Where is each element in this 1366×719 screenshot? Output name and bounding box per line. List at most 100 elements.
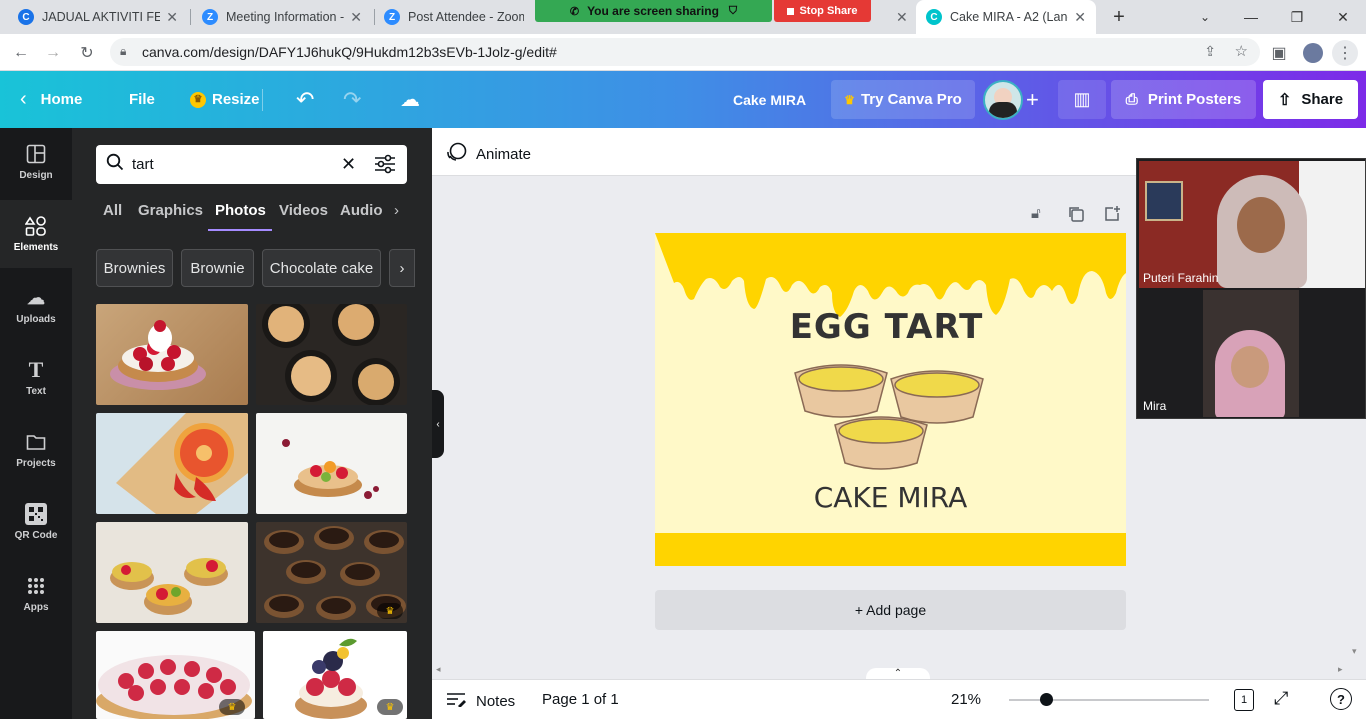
try-canva-pro-button[interactable]: ♛ Try Canva Pro [831, 80, 975, 119]
premium-crown-icon: ♛ [219, 699, 245, 715]
design-artwork [655, 233, 1126, 566]
suggestion-chip[interactable]: Brownie [181, 249, 254, 287]
notes-button[interactable]: Notes [446, 691, 515, 711]
shield-icon: ⛉ [728, 4, 738, 17]
chevron-right-icon[interactable]: › [394, 202, 399, 219]
share-page-icon[interactable]: ⇪ [1204, 43, 1216, 60]
page-count: 1 [1240, 694, 1248, 706]
scroll-left-icon[interactable]: ◂ [436, 664, 441, 675]
browser-tab[interactable]: Z Post Attendee - Zoom [374, 0, 534, 34]
close-tab-icon[interactable]: ✕ [890, 0, 914, 34]
photo-result[interactable] [96, 522, 248, 623]
rail-item-apps[interactable]: Apps [0, 560, 72, 628]
add-page-button[interactable]: + Add page [655, 590, 1126, 630]
back-icon[interactable]: ← [8, 40, 34, 66]
photo-result[interactable] [256, 413, 407, 514]
rail-label: Projects [16, 458, 56, 469]
browser-tab-active[interactable]: C Cake MIRA - A2 (Land ✕ [916, 0, 1096, 34]
page-indicator[interactable]: Page 1 of 1 [542, 691, 619, 708]
photo-result[interactable]: ♛ [256, 522, 407, 623]
share-button[interactable]: ⇧ Share [1263, 80, 1358, 119]
rail-item-elements[interactable]: Elements [0, 200, 72, 268]
scroll-right-icon[interactable]: ▸ [1338, 664, 1343, 675]
user-avatar[interactable] [983, 80, 1023, 120]
file-menu-button[interactable]: File [129, 71, 155, 128]
participant-video [1203, 290, 1299, 417]
lock-icon: 🔒︎ [120, 44, 127, 58]
crown-icon: ♛ [844, 92, 855, 107]
tab-videos[interactable]: Videos [279, 202, 328, 219]
redo-icon[interactable]: ↷ [343, 71, 361, 128]
rail-item-design[interactable]: Design [0, 128, 72, 196]
photo-result[interactable] [96, 304, 248, 405]
design-title-text[interactable]: EGG TART [655, 307, 1118, 347]
rail-item-uploads[interactable]: ☁ Uploads [0, 272, 72, 340]
collapse-panel-handle[interactable]: ‹ [432, 390, 444, 458]
home-button[interactable]: ‹ Home [20, 71, 82, 128]
new-tab-icon[interactable]: + [1096, 0, 1142, 34]
tab-graphics[interactable]: Graphics [138, 202, 203, 219]
add-collaborator-icon[interactable]: + [1026, 71, 1039, 128]
rail-item-text[interactable]: T Text [0, 344, 72, 412]
scroll-down-icon[interactable]: ▾ [1352, 646, 1357, 657]
sidebar-icon[interactable]: ▣ [1266, 40, 1292, 66]
photo-result[interactable] [256, 304, 407, 405]
close-tab-icon[interactable]: ✕ [166, 9, 178, 26]
restore-icon[interactable]: ❐ [1274, 0, 1320, 34]
resize-button[interactable]: ♛ Resize [190, 71, 260, 128]
insights-chart-icon[interactable]: ▥ [1058, 80, 1106, 119]
minimize-icon[interactable]: — [1228, 0, 1274, 34]
zoom-level[interactable]: 21% [951, 691, 981, 708]
search-input[interactable] [132, 156, 322, 173]
tab-search-icon[interactable]: ⌄ [1182, 0, 1228, 34]
window-close-icon[interactable]: ✕ [1320, 0, 1366, 34]
browser-tab[interactable]: Z Meeting Information - ✕ [192, 0, 372, 34]
profile-icon[interactable] [1300, 40, 1326, 66]
tab-all[interactable]: All [103, 202, 122, 219]
tab-audio[interactable]: Audio [340, 202, 382, 219]
video-call-panel: Puteri Farahin Mira [1136, 158, 1366, 419]
close-tab-icon[interactable]: ✕ [1074, 9, 1086, 26]
animate-icon [446, 142, 468, 166]
fullscreen-icon[interactable]: ⤢ [1274, 688, 1288, 709]
browser-menu-icon[interactable]: ⋮ [1332, 40, 1358, 66]
chips-next-icon[interactable]: › [389, 249, 415, 287]
reload-icon[interactable]: ↻ [74, 40, 100, 66]
print-posters-button[interactable]: ⎙ Print Posters [1111, 80, 1256, 119]
zoom-slider-thumb[interactable] [1040, 693, 1053, 706]
suggestion-chip[interactable]: Chocolate cake [262, 249, 381, 287]
search-box: ✕ [96, 145, 407, 184]
photo-result[interactable] [96, 413, 248, 514]
page-grid-button[interactable]: 1 [1234, 689, 1254, 711]
bookmark-star-icon[interactable]: ☆ [1235, 42, 1248, 60]
participant-video [1139, 161, 1365, 288]
help-icon[interactable]: ? [1330, 688, 1352, 710]
cloud-saved-icon[interactable]: ☁ [400, 71, 420, 128]
tab-photos[interactable]: Photos [215, 202, 266, 219]
elements-panel: ✕ All Graphics Photos Videos Audio › Bro… [72, 128, 432, 719]
forward-icon[interactable]: → [40, 40, 66, 66]
lock-page-icon[interactable]: 🔓︎ [1031, 205, 1041, 222]
design-title[interactable]: Cake MIRA [733, 71, 806, 128]
print-label: Print Posters [1147, 91, 1242, 108]
design-page[interactable]: EGG TART CAKE MIRA [655, 233, 1126, 566]
undo-icon[interactable]: ↶ [296, 71, 314, 128]
rail-item-qr-code[interactable]: QR Code [0, 488, 72, 556]
add-page-icon[interactable] [1103, 205, 1121, 228]
photo-result[interactable]: ♛ [96, 631, 255, 719]
screen-sharing-banner: ✆ You are screen sharing ⛉ [535, 0, 772, 22]
duplicate-page-icon[interactable] [1067, 205, 1085, 228]
share-label: Share [1301, 91, 1344, 108]
photo-result[interactable]: ♛ [263, 631, 407, 719]
close-tab-icon[interactable]: ✕ [350, 9, 362, 26]
browser-tab[interactable]: C JADUAL AKTIVITI FEBR ✕ [8, 0, 188, 34]
url-bar[interactable]: 🔒︎ canva.com/design/DAFY1J6hukQ/9Hukdm12… [110, 38, 1260, 66]
stop-share-button[interactable]: Stop Share [774, 0, 871, 22]
filter-icon[interactable] [374, 154, 396, 179]
suggestion-chip[interactable]: Brownies [96, 249, 173, 287]
rail-item-projects[interactable]: Projects [0, 416, 72, 484]
clear-search-icon[interactable]: ✕ [341, 154, 356, 175]
animate-button[interactable]: Animate [446, 142, 531, 166]
zoom-slider-track[interactable] [1009, 699, 1209, 701]
design-subtitle-text[interactable]: CAKE MIRA [655, 481, 1126, 514]
